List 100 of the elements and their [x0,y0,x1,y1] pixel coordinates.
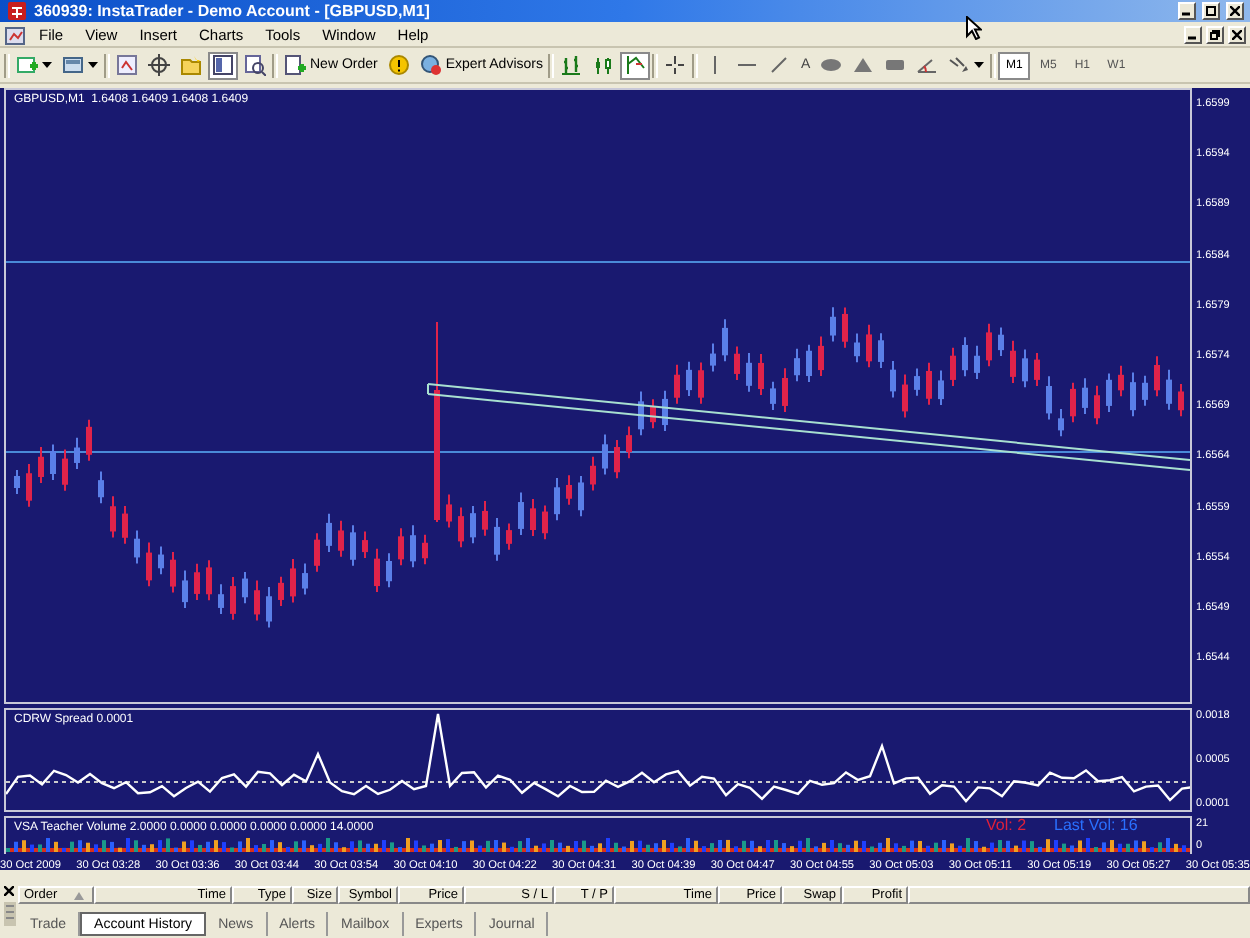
robot-icon [419,54,442,76]
candle [974,344,980,380]
candle [758,353,764,397]
candle [290,558,296,604]
candle [134,529,140,565]
candle [578,474,584,518]
candle [878,332,884,369]
candle [194,562,200,601]
candle [470,505,476,545]
candle [1082,377,1088,415]
candle [494,516,500,562]
candle [410,524,416,569]
candle [1046,375,1052,421]
minimize-button[interactable] [1178,2,1196,20]
crosshair-icon [664,54,687,76]
candle [230,576,236,621]
candle [662,389,668,433]
candle [446,493,452,529]
candle [674,363,680,405]
candle [146,541,152,588]
last-volume-reading: Last Vol: 16 [1054,818,1138,834]
candle [842,306,848,349]
candle [1166,368,1172,411]
candle [122,504,128,545]
candle [1058,408,1064,438]
candle [542,504,548,541]
candle [458,506,464,549]
candle [326,512,332,553]
close-icon [1230,6,1240,16]
warning-button[interactable] [383,51,414,79]
volume-reading: Vol: 2 [986,818,1027,834]
crosshair-icon [148,54,170,76]
candle [746,351,752,393]
candle [170,551,176,594]
candle [398,527,404,567]
candle [38,446,44,484]
minimize-button[interactable] [1184,25,1202,43]
restore-button[interactable] [1206,25,1224,43]
candle [14,469,20,495]
new-chart-button[interactable] [12,51,56,79]
candle [218,583,224,615]
maximize-icon [1206,6,1216,16]
grip-icon [3,902,15,926]
candle [950,346,956,387]
candle [266,585,272,629]
triangle-icon [852,54,875,76]
candle [1178,382,1184,418]
candle [26,462,32,508]
candle [650,398,656,430]
bar-chart-icon [560,54,583,76]
maximize-button[interactable] [1202,2,1220,20]
candle [734,345,740,381]
profiles-button[interactable] [58,51,102,79]
close-button[interactable] [1226,2,1244,20]
candle [890,359,896,399]
warning-icon [387,54,410,76]
candle [374,547,380,594]
candle [794,347,800,383]
candle [698,361,704,405]
market-watch-button[interactable] [112,51,142,79]
candle [590,455,596,492]
caret-icon [974,62,985,68]
cursor-icon [966,16,982,40]
candle [302,562,308,596]
zoom-button[interactable] [240,51,270,79]
navigator-button[interactable] [208,51,238,79]
candle [50,443,56,481]
magnifier-icon [244,54,266,76]
candle [1106,372,1112,413]
candle [602,433,608,476]
candle [614,438,620,480]
candle [1070,381,1076,424]
panel-icon [212,54,234,76]
candle [1022,348,1028,389]
candle [362,530,368,560]
document-plus-icon [284,54,306,76]
candle [1034,351,1040,387]
candle [1010,339,1016,384]
chart-icon [116,54,138,76]
close-button[interactable] [1228,25,1246,43]
arrows-icon [948,54,971,76]
app-logo-icon [6,0,28,22]
candle [86,418,92,462]
candle [338,519,344,558]
candle [866,323,872,369]
candle [422,533,428,566]
candle [278,575,284,607]
candle [1094,384,1100,426]
candle [206,559,212,602]
trendline-icon [768,54,791,76]
line-chart-button[interactable] [620,51,651,79]
candle [818,335,824,378]
candle [902,373,908,419]
close-icon [4,886,14,896]
candle [962,336,968,378]
candle [1118,364,1124,398]
crosshair-button[interactable] [144,51,174,79]
candle [806,343,812,383]
candle [506,522,512,551]
angle-icon [916,54,939,76]
